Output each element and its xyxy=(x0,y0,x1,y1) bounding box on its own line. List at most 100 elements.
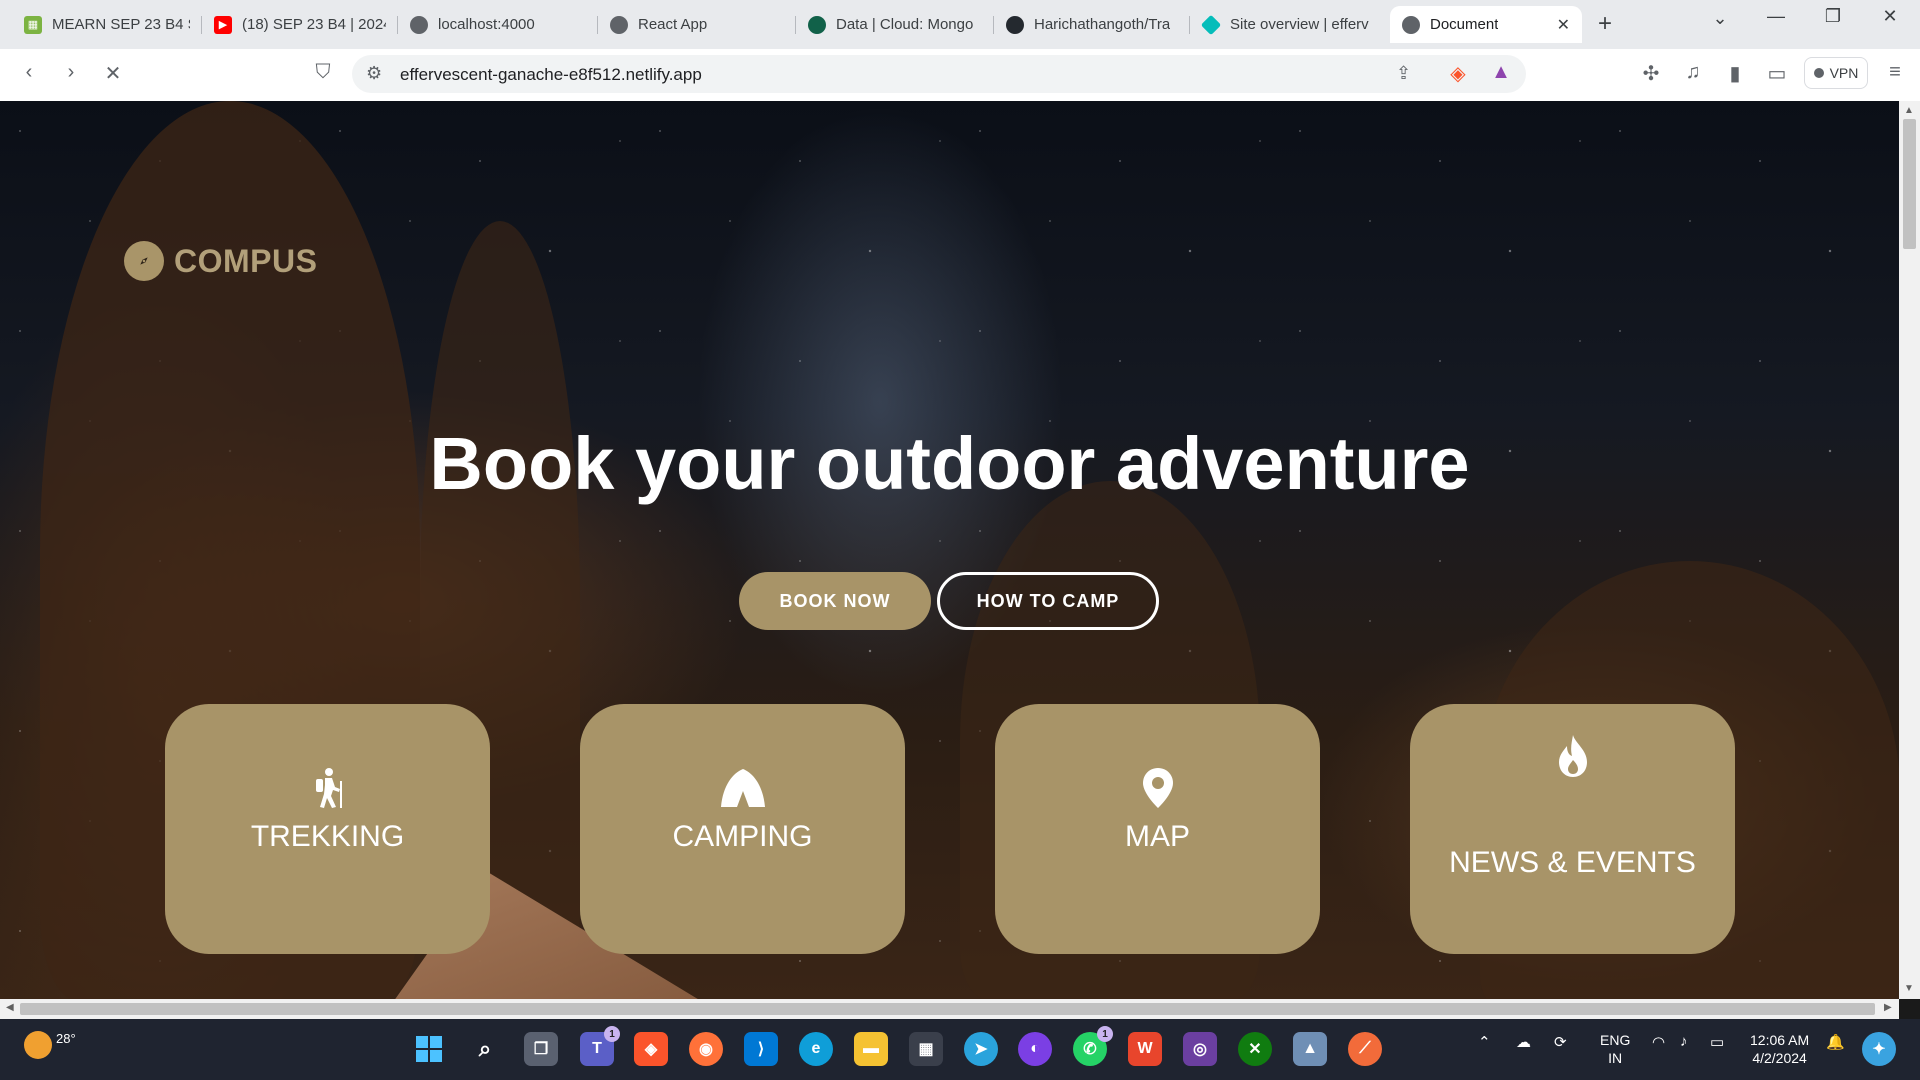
firefox-icon[interactable]: ◉ xyxy=(689,1032,723,1066)
sync-icon[interactable]: ⟳ xyxy=(1554,1033,1567,1051)
photos-icon[interactable]: ▲ xyxy=(1293,1032,1327,1066)
media-icon[interactable]: ♫ xyxy=(1678,61,1708,84)
vscode-icon[interactable]: ⟩ xyxy=(744,1032,778,1066)
vertical-scrollbar[interactable]: ▲ ▼ xyxy=(1899,101,1920,999)
wallet-icon[interactable]: ▭ xyxy=(1762,61,1792,86)
wifi-icon[interactable]: ◠ xyxy=(1652,1033,1665,1051)
site-settings-icon[interactable]: ⚙ xyxy=(366,63,382,84)
show-hidden-icons-icon[interactable]: ⌃ xyxy=(1478,1033,1491,1051)
close-tab-icon[interactable]: ✕ xyxy=(1557,15,1570,35)
tab-title: Data | Cloud: Mongo xyxy=(836,16,974,33)
sidebar-icon[interactable]: ▮ xyxy=(1720,61,1750,86)
extensions-icon[interactable]: ✣ xyxy=(1636,61,1666,86)
tab-netlify[interactable]: Site overview | efferv xyxy=(1190,6,1386,43)
netlify-icon xyxy=(1200,14,1222,35)
podcast-icon[interactable]: ◐ xyxy=(1018,1032,1052,1066)
book-now-button[interactable]: BOOK NOW xyxy=(739,572,931,630)
tab-react-app[interactable]: React App xyxy=(598,6,796,43)
battery-icon[interactable]: ▭ xyxy=(1710,1033,1724,1051)
map-pin-icon xyxy=(1134,764,1182,812)
tab-github[interactable]: Harichathangoth/Tra xyxy=(994,6,1190,43)
compass-icon xyxy=(124,241,164,281)
tab-title: MEARN SEP 23 B4 SA xyxy=(52,16,190,33)
scroll-down-icon[interactable]: ▼ xyxy=(1904,983,1914,994)
back-icon[interactable]: ‹ xyxy=(14,61,44,84)
stop-loading-icon[interactable]: ✕ xyxy=(98,61,128,86)
minimize-icon[interactable]: — xyxy=(1756,6,1796,27)
copilot-icon[interactable]: ✦ xyxy=(1862,1032,1896,1066)
tab-favicon-icon: ▦ xyxy=(24,15,42,34)
scroll-up-icon[interactable]: ▲ xyxy=(1904,105,1914,116)
tab-youtube[interactable]: ▶ (18) SEP 23 B4 | 2024 xyxy=(202,6,398,43)
hero-title: Book your outdoor adventure xyxy=(429,422,1470,505)
browser-toolbar: ‹ › ✕ ⛉ ⚙ effervescent-ganache-e8f512.ne… xyxy=(0,49,1920,102)
vpn-button[interactable]: VPN xyxy=(1804,57,1868,89)
tab-title: (18) SEP 23 B4 | 2024 xyxy=(242,16,386,33)
postman-icon[interactable]: ⟋ xyxy=(1348,1032,1382,1066)
restore-icon[interactable]: ❐ xyxy=(1813,6,1853,27)
menu-icon[interactable]: ≡ xyxy=(1880,61,1910,84)
address-bar[interactable]: ⚙ effervescent-ganache-e8f512.netlify.ap… xyxy=(352,55,1526,93)
scroll-left-icon[interactable]: ◀ xyxy=(6,1002,14,1013)
proton-icon[interactable]: ◎ xyxy=(1183,1032,1217,1066)
how-to-camp-button[interactable]: HOW TO CAMP xyxy=(937,572,1159,630)
vpn-label: VPN xyxy=(1829,65,1859,81)
file-explorer-icon[interactable]: ▬ xyxy=(854,1032,888,1066)
volume-icon[interactable]: ♪ xyxy=(1680,1033,1688,1050)
tab-document[interactable]: Document ✕ xyxy=(1390,6,1582,43)
page-viewport: COMPUS Book your outdoor adventure BOOK … xyxy=(0,101,1899,999)
start-icon[interactable] xyxy=(412,1032,446,1066)
clock-time: 12:06 AM xyxy=(1750,1032,1810,1048)
tab-mongodb[interactable]: Data | Cloud: Mongo xyxy=(796,6,994,43)
teams-icon[interactable]: T 1 xyxy=(580,1026,620,1066)
search-icon[interactable]: ⌕ xyxy=(468,1032,502,1066)
site-logo[interactable]: COMPUS xyxy=(124,241,317,281)
card-label: MAP xyxy=(1124,820,1190,853)
scrollbar-thumb[interactable] xyxy=(1903,119,1916,249)
wps-office-icon[interactable]: W xyxy=(1128,1032,1162,1066)
url-text[interactable]: effervescent-ganache-e8f512.netlify.app xyxy=(400,65,702,85)
globe-icon xyxy=(410,15,428,34)
scrollbar-thumb[interactable] xyxy=(20,1003,1875,1015)
tab-title: Harichathangoth/Tra xyxy=(1034,16,1171,33)
weather-temp: 28° xyxy=(56,1031,76,1046)
forward-icon[interactable]: › xyxy=(56,61,86,84)
horizontal-scrollbar[interactable]: ◀ ▶ xyxy=(0,999,1899,1019)
brave-icon[interactable]: ◈ xyxy=(634,1032,668,1066)
youtube-icon: ▶ xyxy=(214,15,232,34)
task-view-icon[interactable]: ❐ xyxy=(524,1032,558,1066)
tab-search-icon[interactable]: ⌄ xyxy=(1700,8,1740,29)
weather-icon xyxy=(24,1031,52,1059)
bookmark-icon[interactable]: ⛉ xyxy=(308,61,338,84)
globe-icon xyxy=(610,15,628,34)
card-map[interactable]: MAP xyxy=(995,704,1320,954)
fire-icon xyxy=(1549,732,1597,780)
tab-title: Document xyxy=(1430,16,1499,33)
edge-icon[interactable]: e xyxy=(799,1032,833,1066)
card-label: CAMPING xyxy=(672,820,813,853)
xbox-icon[interactable]: ✕ xyxy=(1238,1032,1272,1066)
scroll-right-icon[interactable]: ▶ xyxy=(1884,1002,1892,1013)
clock-date: 4/2/2024 xyxy=(1752,1050,1807,1066)
share-icon[interactable]: ⇪ xyxy=(1396,63,1411,84)
notification-badge: 1 xyxy=(604,1026,620,1042)
brave-shields-icon[interactable]: ◈ xyxy=(1443,61,1473,86)
brave-rewards-icon[interactable]: ▲ xyxy=(1486,61,1516,84)
onedrive-icon[interactable]: ☁ xyxy=(1516,1033,1531,1051)
store-icon[interactable]: ▦ xyxy=(909,1032,943,1066)
telegram-icon[interactable]: ➤ xyxy=(964,1032,998,1066)
github-icon xyxy=(1006,15,1024,34)
close-window-icon[interactable]: ✕ xyxy=(1870,6,1910,27)
tab-mearn[interactable]: ▦ MEARN SEP 23 B4 SA xyxy=(12,6,202,43)
tab-localhost[interactable]: localhost:4000 xyxy=(398,6,598,43)
card-camping[interactable]: CAMPING xyxy=(580,704,905,954)
notifications-icon[interactable]: 🔔 xyxy=(1826,1033,1845,1051)
system-clock[interactable]: 12:06 AM 4/2/2024 xyxy=(1750,1031,1809,1067)
globe-icon xyxy=(1402,15,1420,34)
new-tab-button[interactable]: + xyxy=(1598,10,1612,38)
language-indicator[interactable]: ENG IN xyxy=(1600,1031,1630,1067)
card-trekking[interactable]: TREKKING xyxy=(165,704,490,954)
weather-widget[interactable]: 28° xyxy=(24,1031,76,1059)
card-news-events[interactable]: NEWS & EVENTS xyxy=(1410,704,1735,954)
whatsapp-icon[interactable]: ✆ 1 xyxy=(1073,1026,1113,1066)
